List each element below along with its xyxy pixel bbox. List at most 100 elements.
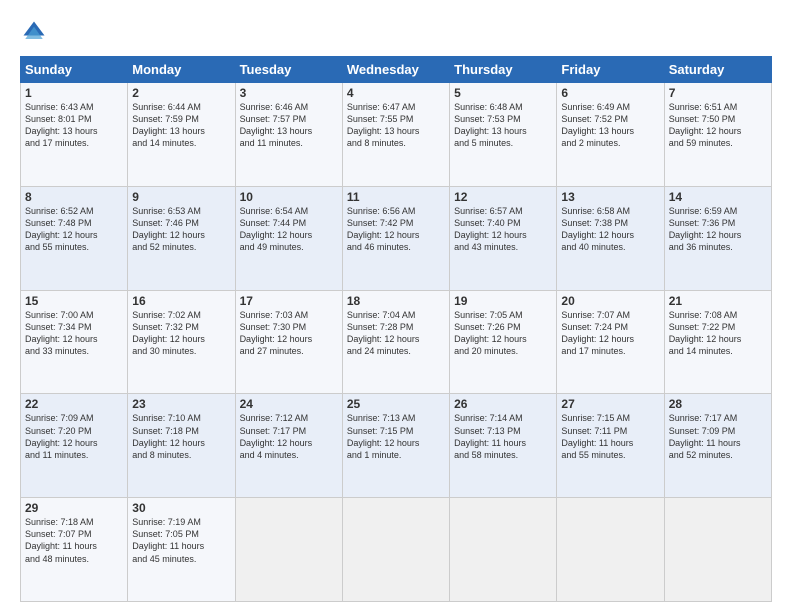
calendar-week-4: 22Sunrise: 7:09 AM Sunset: 7:20 PM Dayli… [21, 394, 772, 498]
day-number: 10 [240, 190, 338, 204]
day-number: 11 [347, 190, 445, 204]
calendar-week-5: 29Sunrise: 7:18 AM Sunset: 7:07 PM Dayli… [21, 498, 772, 602]
calendar-cell: 8Sunrise: 6:52 AM Sunset: 7:48 PM Daylig… [21, 186, 128, 290]
day-number: 28 [669, 397, 767, 411]
calendar-cell: 15Sunrise: 7:00 AM Sunset: 7:34 PM Dayli… [21, 290, 128, 394]
day-info: Sunrise: 7:00 AM Sunset: 7:34 PM Dayligh… [25, 309, 123, 358]
day-info: Sunrise: 6:56 AM Sunset: 7:42 PM Dayligh… [347, 205, 445, 254]
day-info: Sunrise: 7:07 AM Sunset: 7:24 PM Dayligh… [561, 309, 659, 358]
day-number: 16 [132, 294, 230, 308]
day-info: Sunrise: 7:05 AM Sunset: 7:26 PM Dayligh… [454, 309, 552, 358]
day-info: Sunrise: 7:09 AM Sunset: 7:20 PM Dayligh… [25, 412, 123, 461]
calendar-cell [557, 498, 664, 602]
calendar-cell [235, 498, 342, 602]
day-number: 21 [669, 294, 767, 308]
weekday-header-row: SundayMondayTuesdayWednesdayThursdayFrid… [21, 57, 772, 83]
day-info: Sunrise: 7:15 AM Sunset: 7:11 PM Dayligh… [561, 412, 659, 461]
day-number: 13 [561, 190, 659, 204]
calendar-cell: 3Sunrise: 6:46 AM Sunset: 7:57 PM Daylig… [235, 83, 342, 187]
calendar-cell: 2Sunrise: 6:44 AM Sunset: 7:59 PM Daylig… [128, 83, 235, 187]
calendar-cell: 25Sunrise: 7:13 AM Sunset: 7:15 PM Dayli… [342, 394, 449, 498]
calendar-cell: 18Sunrise: 7:04 AM Sunset: 7:28 PM Dayli… [342, 290, 449, 394]
day-number: 2 [132, 86, 230, 100]
day-info: Sunrise: 6:48 AM Sunset: 7:53 PM Dayligh… [454, 101, 552, 150]
day-info: Sunrise: 7:19 AM Sunset: 7:05 PM Dayligh… [132, 516, 230, 565]
day-info: Sunrise: 7:03 AM Sunset: 7:30 PM Dayligh… [240, 309, 338, 358]
calendar-week-3: 15Sunrise: 7:00 AM Sunset: 7:34 PM Dayli… [21, 290, 772, 394]
calendar-cell: 10Sunrise: 6:54 AM Sunset: 7:44 PM Dayli… [235, 186, 342, 290]
day-number: 8 [25, 190, 123, 204]
calendar-cell: 11Sunrise: 6:56 AM Sunset: 7:42 PM Dayli… [342, 186, 449, 290]
day-info: Sunrise: 6:52 AM Sunset: 7:48 PM Dayligh… [25, 205, 123, 254]
calendar-cell: 30Sunrise: 7:19 AM Sunset: 7:05 PM Dayli… [128, 498, 235, 602]
day-info: Sunrise: 7:04 AM Sunset: 7:28 PM Dayligh… [347, 309, 445, 358]
day-number: 25 [347, 397, 445, 411]
calendar-cell: 27Sunrise: 7:15 AM Sunset: 7:11 PM Dayli… [557, 394, 664, 498]
day-info: Sunrise: 7:18 AM Sunset: 7:07 PM Dayligh… [25, 516, 123, 565]
day-number: 15 [25, 294, 123, 308]
weekday-header-monday: Monday [128, 57, 235, 83]
calendar-cell: 17Sunrise: 7:03 AM Sunset: 7:30 PM Dayli… [235, 290, 342, 394]
weekday-header-tuesday: Tuesday [235, 57, 342, 83]
day-number: 14 [669, 190, 767, 204]
day-number: 3 [240, 86, 338, 100]
day-number: 6 [561, 86, 659, 100]
calendar-cell: 9Sunrise: 6:53 AM Sunset: 7:46 PM Daylig… [128, 186, 235, 290]
logo-icon [20, 18, 48, 46]
calendar-cell: 28Sunrise: 7:17 AM Sunset: 7:09 PM Dayli… [664, 394, 771, 498]
day-number: 18 [347, 294, 445, 308]
day-info: Sunrise: 6:43 AM Sunset: 8:01 PM Dayligh… [25, 101, 123, 150]
calendar-cell: 23Sunrise: 7:10 AM Sunset: 7:18 PM Dayli… [128, 394, 235, 498]
calendar-cell: 6Sunrise: 6:49 AM Sunset: 7:52 PM Daylig… [557, 83, 664, 187]
day-number: 29 [25, 501, 123, 515]
calendar-cell: 7Sunrise: 6:51 AM Sunset: 7:50 PM Daylig… [664, 83, 771, 187]
calendar-cell: 22Sunrise: 7:09 AM Sunset: 7:20 PM Dayli… [21, 394, 128, 498]
day-number: 23 [132, 397, 230, 411]
calendar-cell: 29Sunrise: 7:18 AM Sunset: 7:07 PM Dayli… [21, 498, 128, 602]
day-number: 12 [454, 190, 552, 204]
calendar-cell: 14Sunrise: 6:59 AM Sunset: 7:36 PM Dayli… [664, 186, 771, 290]
calendar-cell: 19Sunrise: 7:05 AM Sunset: 7:26 PM Dayli… [450, 290, 557, 394]
weekday-header-sunday: Sunday [21, 57, 128, 83]
day-info: Sunrise: 6:53 AM Sunset: 7:46 PM Dayligh… [132, 205, 230, 254]
calendar-cell: 4Sunrise: 6:47 AM Sunset: 7:55 PM Daylig… [342, 83, 449, 187]
calendar-week-2: 8Sunrise: 6:52 AM Sunset: 7:48 PM Daylig… [21, 186, 772, 290]
day-info: Sunrise: 7:02 AM Sunset: 7:32 PM Dayligh… [132, 309, 230, 358]
calendar-cell: 5Sunrise: 6:48 AM Sunset: 7:53 PM Daylig… [450, 83, 557, 187]
day-info: Sunrise: 6:51 AM Sunset: 7:50 PM Dayligh… [669, 101, 767, 150]
calendar-cell: 21Sunrise: 7:08 AM Sunset: 7:22 PM Dayli… [664, 290, 771, 394]
logo [20, 18, 52, 46]
day-info: Sunrise: 6:59 AM Sunset: 7:36 PM Dayligh… [669, 205, 767, 254]
page: SundayMondayTuesdayWednesdayThursdayFrid… [0, 0, 792, 612]
day-info: Sunrise: 7:17 AM Sunset: 7:09 PM Dayligh… [669, 412, 767, 461]
day-info: Sunrise: 6:49 AM Sunset: 7:52 PM Dayligh… [561, 101, 659, 150]
day-info: Sunrise: 7:13 AM Sunset: 7:15 PM Dayligh… [347, 412, 445, 461]
day-number: 17 [240, 294, 338, 308]
day-number: 7 [669, 86, 767, 100]
day-number: 22 [25, 397, 123, 411]
calendar-cell [342, 498, 449, 602]
header [20, 18, 772, 46]
day-number: 27 [561, 397, 659, 411]
day-number: 5 [454, 86, 552, 100]
day-info: Sunrise: 6:46 AM Sunset: 7:57 PM Dayligh… [240, 101, 338, 150]
calendar-table: SundayMondayTuesdayWednesdayThursdayFrid… [20, 56, 772, 602]
day-info: Sunrise: 6:58 AM Sunset: 7:38 PM Dayligh… [561, 205, 659, 254]
calendar-cell: 12Sunrise: 6:57 AM Sunset: 7:40 PM Dayli… [450, 186, 557, 290]
weekday-header-saturday: Saturday [664, 57, 771, 83]
calendar-cell [664, 498, 771, 602]
day-info: Sunrise: 6:54 AM Sunset: 7:44 PM Dayligh… [240, 205, 338, 254]
day-info: Sunrise: 7:08 AM Sunset: 7:22 PM Dayligh… [669, 309, 767, 358]
weekday-header-friday: Friday [557, 57, 664, 83]
day-info: Sunrise: 6:44 AM Sunset: 7:59 PM Dayligh… [132, 101, 230, 150]
calendar-cell: 20Sunrise: 7:07 AM Sunset: 7:24 PM Dayli… [557, 290, 664, 394]
calendar-cell [450, 498, 557, 602]
day-number: 26 [454, 397, 552, 411]
day-number: 9 [132, 190, 230, 204]
day-number: 24 [240, 397, 338, 411]
weekday-header-thursday: Thursday [450, 57, 557, 83]
day-number: 19 [454, 294, 552, 308]
calendar-cell: 16Sunrise: 7:02 AM Sunset: 7:32 PM Dayli… [128, 290, 235, 394]
calendar-cell: 1Sunrise: 6:43 AM Sunset: 8:01 PM Daylig… [21, 83, 128, 187]
day-info: Sunrise: 7:10 AM Sunset: 7:18 PM Dayligh… [132, 412, 230, 461]
